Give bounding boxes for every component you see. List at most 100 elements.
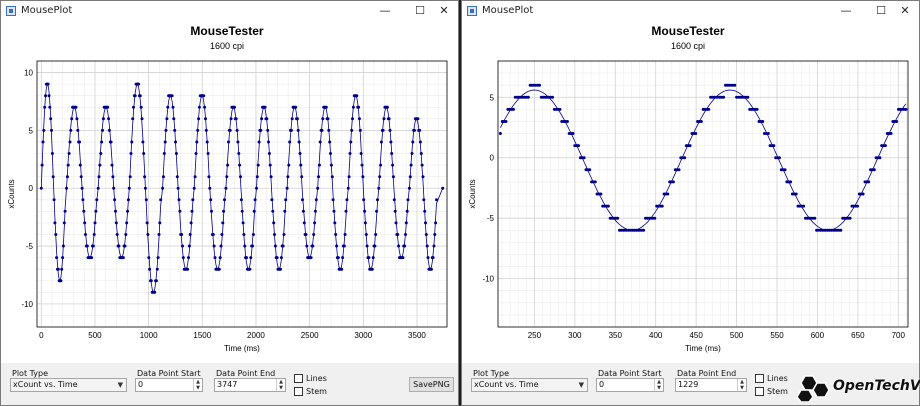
data-point xyxy=(305,244,309,248)
data-point xyxy=(189,221,193,225)
save-png-button[interactable]: SavePNG xyxy=(409,377,454,392)
data-point xyxy=(253,198,257,202)
spinner-icon[interactable]: ▲ ▼ xyxy=(276,379,285,391)
data-point xyxy=(329,163,333,167)
data-point xyxy=(203,105,207,109)
spinner-icon[interactable]: ▲ ▼ xyxy=(193,379,202,391)
y-tick-label: -5 xyxy=(26,242,34,251)
data-point xyxy=(498,132,502,135)
data-point xyxy=(154,279,158,283)
data-point xyxy=(249,256,253,260)
data-point xyxy=(286,175,290,179)
data-point xyxy=(653,216,657,220)
data-point-end-input[interactable]: 3747 ▲ ▼ xyxy=(214,378,286,392)
data-point-start-input[interactable]: 0 ▲ ▼ xyxy=(596,378,664,392)
x-tick-label: 300 xyxy=(568,331,582,340)
data-point xyxy=(75,117,79,121)
data-point xyxy=(313,221,317,225)
data-point xyxy=(394,221,398,225)
data-point xyxy=(47,94,51,98)
x-tick-label: 700 xyxy=(892,331,906,340)
data-point xyxy=(129,152,133,155)
plot-area[interactable]: MouseTester 1600 cpi 0 500 1000 1500 2000 250… xyxy=(1,21,458,363)
close-button[interactable]: ✕ xyxy=(429,1,458,21)
chevron-down-icon: ▼ xyxy=(117,381,123,389)
data-point xyxy=(192,186,196,190)
stem-checkbox[interactable] xyxy=(294,387,303,396)
plot-type-select[interactable]: xCount vs. Time ▼ xyxy=(471,378,588,392)
data-point xyxy=(839,228,843,232)
plot-area[interactable]: MouseTester 1600 cpi 250 300 350 400 450 500 5… xyxy=(462,21,919,363)
data-point xyxy=(92,233,96,236)
data-point xyxy=(423,209,427,213)
data-point xyxy=(761,120,765,123)
data-point xyxy=(74,105,78,109)
data-point xyxy=(313,209,317,213)
data-point xyxy=(404,233,407,236)
data-point xyxy=(176,186,180,190)
data-point xyxy=(304,233,308,236)
data-point xyxy=(91,244,95,248)
data-point xyxy=(660,204,664,208)
data-point xyxy=(54,233,58,236)
lines-label: Lines xyxy=(767,374,788,383)
data-point xyxy=(78,140,81,144)
plot-type-select[interactable]: xCount vs. Time ▼ xyxy=(10,378,127,392)
plot-title: MouseTester xyxy=(190,24,263,38)
data-point xyxy=(255,175,259,179)
minimize-button[interactable]: — xyxy=(370,1,400,21)
data-point xyxy=(856,204,859,208)
spinner-icon[interactable]: ▲ ▼ xyxy=(737,379,746,391)
data-point xyxy=(143,186,147,190)
data-point xyxy=(802,204,806,208)
data-point xyxy=(267,140,270,144)
data-point xyxy=(235,128,239,132)
data-point xyxy=(401,256,405,260)
controls-panel: Plot Type xCount vs. Time ▼ Data Point St… xyxy=(1,363,458,405)
data-point xyxy=(78,163,82,167)
data-point-end-input[interactable]: 1229 ▲ ▼ xyxy=(675,378,747,392)
data-point xyxy=(317,175,320,179)
data-point xyxy=(111,175,115,179)
data-point xyxy=(80,186,84,190)
data-point xyxy=(83,221,87,225)
data-point xyxy=(177,198,181,202)
data-point xyxy=(188,233,192,236)
plot-type-value: xCount vs. Time xyxy=(13,380,78,389)
data-point xyxy=(265,117,269,121)
data-point xyxy=(178,209,182,213)
x-axis-label: Time (ms) xyxy=(224,344,260,353)
lines-checkbox[interactable] xyxy=(755,374,764,383)
data-point xyxy=(82,209,86,213)
data-point xyxy=(295,117,299,121)
stem-checkbox[interactable] xyxy=(755,387,764,396)
data-point xyxy=(217,267,221,271)
data-point xyxy=(65,175,69,179)
minimize-button[interactable]: — xyxy=(831,1,861,21)
y-tick-label: 10 xyxy=(24,69,33,78)
data-point xyxy=(511,107,515,111)
watermark-text: OpenTechView xyxy=(833,378,920,394)
plot-type-label: Plot Type xyxy=(473,369,509,378)
data-point xyxy=(181,244,184,248)
data-point xyxy=(159,198,163,202)
data-point xyxy=(138,94,142,98)
lines-checkbox[interactable] xyxy=(294,374,303,383)
data-point xyxy=(43,105,47,109)
data-point xyxy=(813,216,817,220)
data-point xyxy=(53,221,57,225)
close-button[interactable]: ✕ xyxy=(890,1,919,21)
data-point xyxy=(364,233,368,236)
data-point xyxy=(161,175,165,179)
data-point xyxy=(373,244,377,248)
data-point-start-input[interactable]: 0 ▲ ▼ xyxy=(135,378,203,392)
data-point xyxy=(363,221,367,225)
data-point xyxy=(582,156,586,160)
x-tick-label: 3000 xyxy=(354,331,372,340)
data-point xyxy=(101,117,105,121)
data-point xyxy=(699,120,703,123)
data-point xyxy=(207,175,211,179)
data-point xyxy=(336,256,340,260)
data-point xyxy=(84,233,87,236)
spinner-icon[interactable]: ▲ ▼ xyxy=(654,379,663,391)
